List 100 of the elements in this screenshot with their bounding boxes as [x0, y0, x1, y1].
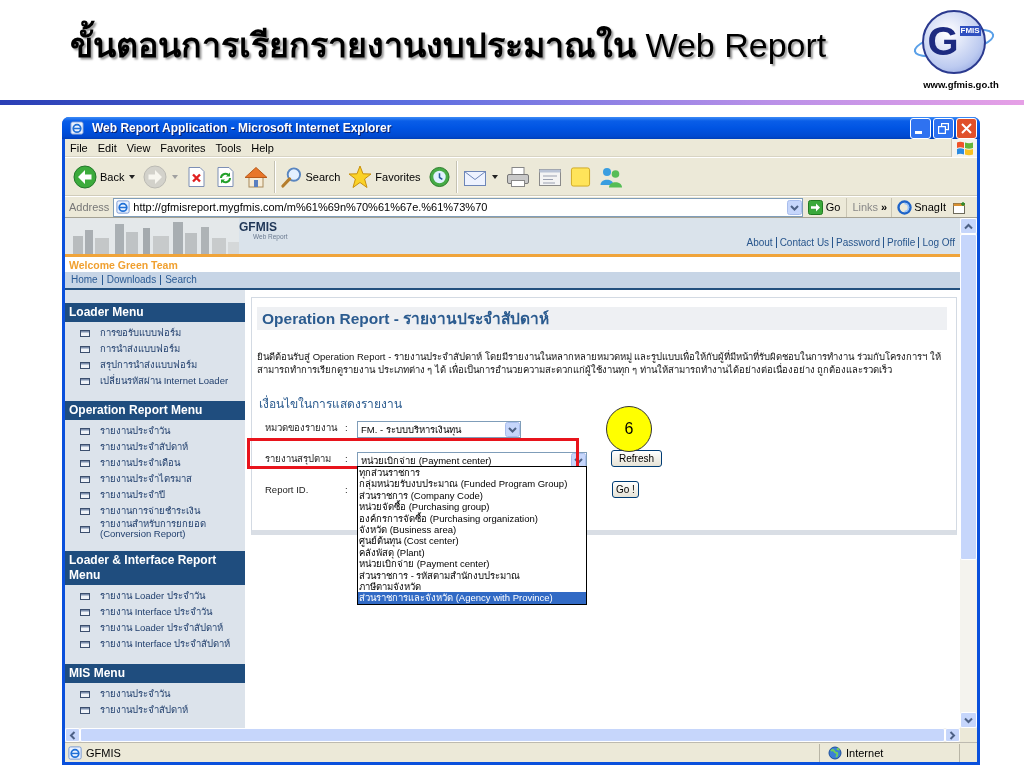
sidebar-item[interactable]: สรุปการนำส่งแบบฟอร์ม — [100, 360, 197, 370]
header-link[interactable]: About — [743, 237, 776, 248]
chevron-down-icon — [964, 716, 973, 724]
field-label: Report ID. — [265, 484, 310, 495]
address-label: Address — [68, 201, 111, 213]
dropdown-option[interactable]: ศูนย์ต้นทุน (Cost center) — [358, 535, 586, 547]
scroll-left-button[interactable] — [65, 728, 80, 742]
sidebar-item[interactable]: รายงานประจำวัน — [100, 426, 170, 436]
search-icon — [281, 165, 303, 188]
restore-icon — [938, 122, 949, 134]
dropdown-option[interactable]: จังหวัด (Business area) — [358, 524, 586, 536]
dropdown-option[interactable]: ส่วนราชการและจังหวัด (Agency with Province) — [358, 592, 586, 604]
scroll-up-button[interactable] — [960, 218, 977, 234]
sidebar-item[interactable]: รายงานประจำวัน — [100, 689, 170, 699]
dropdown-option[interactable]: ทุกส่วนราชการ — [358, 467, 586, 479]
bullet-icon — [80, 377, 90, 385]
minimize-icon — [914, 130, 922, 134]
header-link[interactable]: Log Off — [918, 237, 958, 248]
section-heading: เงื่อนไขในการแสดงรายงาน — [258, 397, 403, 412]
sidebar-item[interactable]: รายงาน Loader ประจำวัน — [100, 591, 205, 601]
sidebar-item[interactable]: เปลี่ยนรหัสผ่าน Internet Loader — [100, 376, 229, 386]
menu-item[interactable]: File — [65, 141, 93, 154]
browser-icon — [116, 200, 131, 214]
dropdown-option[interactable]: องค์กรการจัดซื้อ (Purchasing organization) — [358, 512, 586, 525]
nav-link[interactable]: Search — [160, 275, 201, 285]
sidebar-item[interactable]: รายงานประจำสัปดาห์ — [100, 705, 188, 715]
scroll-thumb[interactable] — [960, 234, 977, 560]
bullet-icon — [80, 427, 90, 435]
sidebar-heading: Loader Menu — [65, 303, 245, 322]
sidebar-item[interactable]: รายงาน Loader ประจำสัปดาห์ — [100, 623, 223, 633]
sidebar-item[interactable]: รายงาน Interface ประจำวัน — [100, 607, 213, 617]
site-brand: GFMIS — [239, 221, 278, 233]
dropdown-option[interactable]: คลังพัสดุ (Plant) — [358, 546, 586, 559]
back-button[interactable]: Back — [70, 160, 139, 193]
menu-item[interactable]: Help — [246, 141, 279, 154]
field-label: รายงานสรุปตาม — [265, 452, 332, 466]
sidebar-item[interactable]: รายงาน Interface ประจำสัปดาห์ — [100, 639, 231, 649]
address-field[interactable]: http://gfmisreport.mygfmis.com/m%61%69n%70%61%67e.%61%73%70 — [113, 197, 803, 217]
close-button[interactable] — [956, 117, 977, 139]
extension-button[interactable]: SnagIt — [892, 199, 951, 215]
nav-link[interactable]: Downloads — [101, 275, 161, 285]
bullet-icon — [80, 525, 90, 533]
scroll-right-button[interactable] — [945, 728, 960, 742]
go-button[interactable]: Go — [802, 197, 848, 217]
header-link[interactable]: Profile — [883, 237, 919, 248]
sidebar-item[interactable]: รายงานประจำเดือน — [100, 458, 180, 468]
minimize-button[interactable] — [910, 117, 931, 139]
clock-icon — [428, 165, 450, 188]
header-link[interactable]: Password — [832, 237, 883, 248]
search-button[interactable]: Search — [278, 160, 344, 193]
favorites-button[interactable]: Favorites — [345, 160, 424, 193]
website-url: www.gfmis.go.th — [923, 79, 999, 90]
sidebar-item[interactable]: รายงานการจ่ายชำระเงิน — [100, 506, 200, 516]
more-links-button[interactable]: » — [881, 197, 893, 217]
status-text: GFMIS — [86, 746, 121, 759]
dropdown-option[interactable]: หน่วยเบิกจ่าย (Payment center) — [358, 558, 586, 570]
dropdown-option[interactable]: หน่วยจัดซื้อ (Purchasing group) — [358, 501, 586, 513]
ring-icon — [897, 199, 913, 215]
menu-item[interactable]: Favorites — [155, 141, 211, 154]
browser-icon — [68, 745, 82, 760]
logo-letter: G — [927, 18, 959, 65]
scroll-down-button[interactable] — [960, 712, 977, 728]
bullet-icon — [80, 329, 90, 337]
dropdown-option[interactable]: ส่วนราชการ - รหัสตามสำนักงบประมาณ — [358, 569, 586, 582]
star-icon — [348, 164, 373, 189]
sidebar-item[interactable]: การขอรับแบบฟอร์ม — [100, 328, 181, 338]
sidebar-item[interactable]: การนำส่งแบบฟอร์ม — [100, 344, 180, 354]
close-icon — [961, 122, 972, 134]
bullet-icon — [80, 345, 90, 353]
header-link[interactable]: Contact Us — [775, 237, 833, 248]
sidebar-item[interactable]: รายงานประจำปี — [100, 490, 165, 500]
field-label: หมวดของรายงาน — [265, 421, 339, 435]
dropdown-field[interactable]: FM. - ระบบบริหารเงินทุน — [357, 421, 521, 438]
menu-item[interactable]: View — [121, 141, 156, 154]
logo-wordmark: FMIS — [959, 26, 981, 36]
zone-text: Internet — [846, 746, 884, 759]
menu-item[interactable]: Edit — [92, 141, 122, 154]
colon-label: : — [345, 484, 349, 495]
window-icon[interactable] — [953, 200, 967, 214]
nav-link[interactable]: Home — [67, 275, 102, 285]
chevron-down-icon — [505, 422, 520, 437]
browser-icon — [70, 121, 84, 135]
menu-item[interactable]: Tools — [210, 141, 247, 154]
note-icon — [569, 165, 591, 188]
sidebar-item[interactable]: รายงานสำหรับการยกยอด (Conversion Report) — [100, 519, 245, 539]
dropdown-option[interactable]: ภาษีตามจังหวัด — [358, 581, 586, 593]
sidebar-item[interactable]: รายงานประจำสัปดาห์ — [100, 442, 188, 452]
page-title: Operation Report - รายงานประจำสัปดาห์ — [257, 307, 947, 330]
house-icon — [244, 164, 269, 189]
bullet-icon — [80, 361, 90, 369]
chevron-right-icon — [949, 730, 956, 740]
colon-label: : — [345, 453, 349, 464]
chevron-down-icon — [786, 199, 802, 215]
window-title: Web Report Application - Microsoft Internet Explorer — [92, 121, 392, 135]
refresh-button[interactable]: Refresh — [611, 450, 662, 467]
sidebar-item[interactable]: รายงานประจำไตรมาส — [100, 474, 192, 484]
address-dropdown-button[interactable] — [786, 199, 802, 215]
restore-button[interactable] — [933, 117, 954, 139]
go-button[interactable]: Go ! — [612, 481, 639, 498]
dropdown-option[interactable]: กลุ่มหน่วยรับงบประมาณ (Funded Program Group) — [358, 478, 586, 490]
